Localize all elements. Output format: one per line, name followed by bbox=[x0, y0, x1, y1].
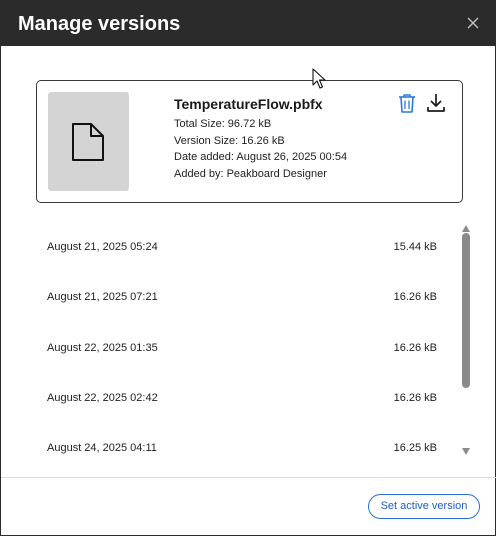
download-button[interactable] bbox=[425, 92, 447, 114]
mouse-pointer-icon bbox=[312, 68, 326, 89]
scrollbar-thumb[interactable] bbox=[462, 233, 470, 388]
delete-version-button[interactable] bbox=[396, 92, 418, 114]
version-date: August 21, 2025 05:24 bbox=[47, 241, 158, 253]
scroll-up-button[interactable] bbox=[461, 220, 471, 232]
version-size-value: 15.44 kB bbox=[393, 241, 437, 253]
added-by: Added by: Peakboard Designer bbox=[174, 168, 327, 180]
dialog-title: Manage versions bbox=[18, 13, 181, 35]
version-date: August 22, 2025 02:42 bbox=[47, 392, 158, 404]
version-size-value: 16.26 kB bbox=[393, 291, 437, 303]
scroll-down-button[interactable] bbox=[461, 443, 471, 455]
version-row[interactable]: August 21, 2025 05:24 15.44 kB bbox=[29, 236, 449, 258]
set-active-version-button[interactable]: Set active version bbox=[368, 494, 480, 519]
trash-icon bbox=[399, 94, 415, 113]
version-size-value: 16.26 kB bbox=[393, 392, 437, 404]
version-date: August 22, 2025 01:35 bbox=[47, 342, 158, 354]
manage-versions-dialog: Manage versions TemperatureFlow.pbfx Tot… bbox=[0, 0, 496, 536]
file-name: TemperatureFlow.pbfx bbox=[174, 96, 323, 112]
dialog-titlebar: Manage versions bbox=[1, 1, 496, 46]
version-list: August 21, 2025 05:24 15.44 kB August 21… bbox=[29, 219, 449, 477]
download-icon bbox=[427, 94, 445, 112]
footer-divider bbox=[1, 477, 496, 478]
version-row[interactable]: August 21, 2025 07:21 16.26 kB bbox=[29, 286, 449, 308]
version-size: Version Size: 16.26 kB bbox=[174, 135, 285, 147]
version-size-value: 16.25 kB bbox=[393, 442, 437, 454]
version-size-value: 16.26 kB bbox=[393, 342, 437, 354]
close-icon bbox=[467, 17, 479, 29]
file-thumbnail bbox=[48, 92, 129, 191]
chevron-up-icon bbox=[462, 225, 470, 232]
version-row[interactable]: August 24, 2025 04:11 16.25 kB bbox=[29, 437, 449, 459]
close-button[interactable] bbox=[463, 13, 483, 33]
version-row[interactable]: August 22, 2025 02:42 16.26 kB bbox=[29, 387, 449, 409]
chevron-down-icon bbox=[462, 448, 470, 455]
version-date: August 21, 2025 07:21 bbox=[47, 291, 158, 303]
date-added: Date added: August 26, 2025 00:54 bbox=[174, 151, 348, 163]
version-row[interactable]: August 22, 2025 01:35 16.26 kB bbox=[29, 337, 449, 359]
total-size: Total Size: 96.72 kB bbox=[174, 118, 272, 130]
version-date: August 24, 2025 04:11 bbox=[47, 442, 157, 454]
current-file-card: TemperatureFlow.pbfx Total Size: 96.72 k… bbox=[36, 80, 463, 203]
file-icon bbox=[72, 123, 104, 161]
